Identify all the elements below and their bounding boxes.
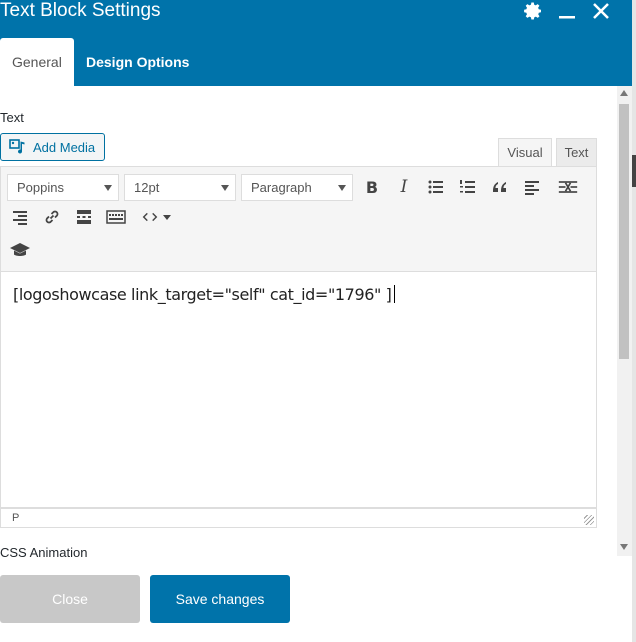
read-more-icon[interactable] [70, 203, 98, 231]
format-value: Paragraph [251, 180, 312, 195]
save-changes-button[interactable]: Save changes [150, 575, 290, 623]
add-media-label: Add Media [33, 139, 96, 155]
chevron-down-icon [104, 185, 112, 191]
chevron-down-icon [163, 214, 171, 220]
graduation-cap-icon[interactable] [6, 236, 34, 264]
window-controls [522, 0, 612, 22]
scroll-thumb[interactable] [619, 104, 629, 359]
blockquote-icon[interactable] [486, 173, 514, 201]
close-icon[interactable] [590, 0, 612, 22]
italic-icon[interactable]: I [390, 173, 418, 201]
modal-scrollbar[interactable] [617, 86, 632, 556]
format-select[interactable]: Paragraph [241, 174, 353, 201]
chevron-down-icon [221, 185, 229, 191]
tab-text-editor[interactable]: Text [556, 138, 597, 166]
field-label-text: Text [0, 110, 24, 125]
resize-handle-icon[interactable] [584, 515, 594, 525]
align-right-icon[interactable] [6, 203, 34, 231]
link-icon[interactable] [38, 203, 66, 231]
add-media-button[interactable]: Add Media [0, 133, 105, 161]
element-path[interactable]: P [12, 512, 19, 524]
background-page-edge [632, 0, 636, 642]
editor-content[interactable]: [logoshowcase link_target="self" cat_id=… [13, 285, 395, 304]
font-family-value: Poppins [17, 180, 64, 195]
font-size-value: 12pt [134, 180, 160, 195]
gear-icon[interactable] [522, 0, 544, 22]
numbered-list-icon[interactable] [454, 173, 482, 201]
editor-toolbar: Poppins 12pt Paragraph B I [0, 166, 597, 272]
bold-icon[interactable]: B [358, 173, 386, 201]
toolbar-toggle-icon[interactable] [102, 203, 130, 231]
tab-visual-editor[interactable]: Visual [498, 138, 552, 166]
editor-statusbar: P [0, 508, 597, 528]
tab-design-options[interactable]: Design Options [74, 38, 201, 86]
code-icon [142, 212, 158, 222]
bullet-list-icon[interactable] [422, 173, 450, 201]
font-size-select[interactable]: 12pt [124, 174, 236, 201]
align-left-icon[interactable] [518, 173, 546, 201]
shortcode-text: [logoshowcase link_target="self" cat_id=… [13, 285, 392, 304]
font-family-select[interactable]: Poppins [7, 174, 119, 201]
text-cursor [393, 285, 395, 303]
scroll-up-icon[interactable] [620, 90, 628, 96]
minimize-icon[interactable] [556, 0, 578, 22]
tab-general[interactable]: General [0, 38, 74, 86]
code-dropdown[interactable] [134, 203, 178, 231]
modal-header: Text Block Settings General Design Optio… [0, 0, 632, 86]
fullscreen-icon[interactable] [554, 173, 582, 201]
chevron-down-icon [338, 185, 346, 191]
editor-body[interactable]: [logoshowcase link_target="self" cat_id=… [0, 272, 597, 508]
modal-title: Text Block Settings [0, 0, 161, 21]
scroll-down-icon[interactable] [620, 544, 628, 550]
media-icon [9, 139, 25, 154]
close-button[interactable]: Close [0, 575, 140, 623]
